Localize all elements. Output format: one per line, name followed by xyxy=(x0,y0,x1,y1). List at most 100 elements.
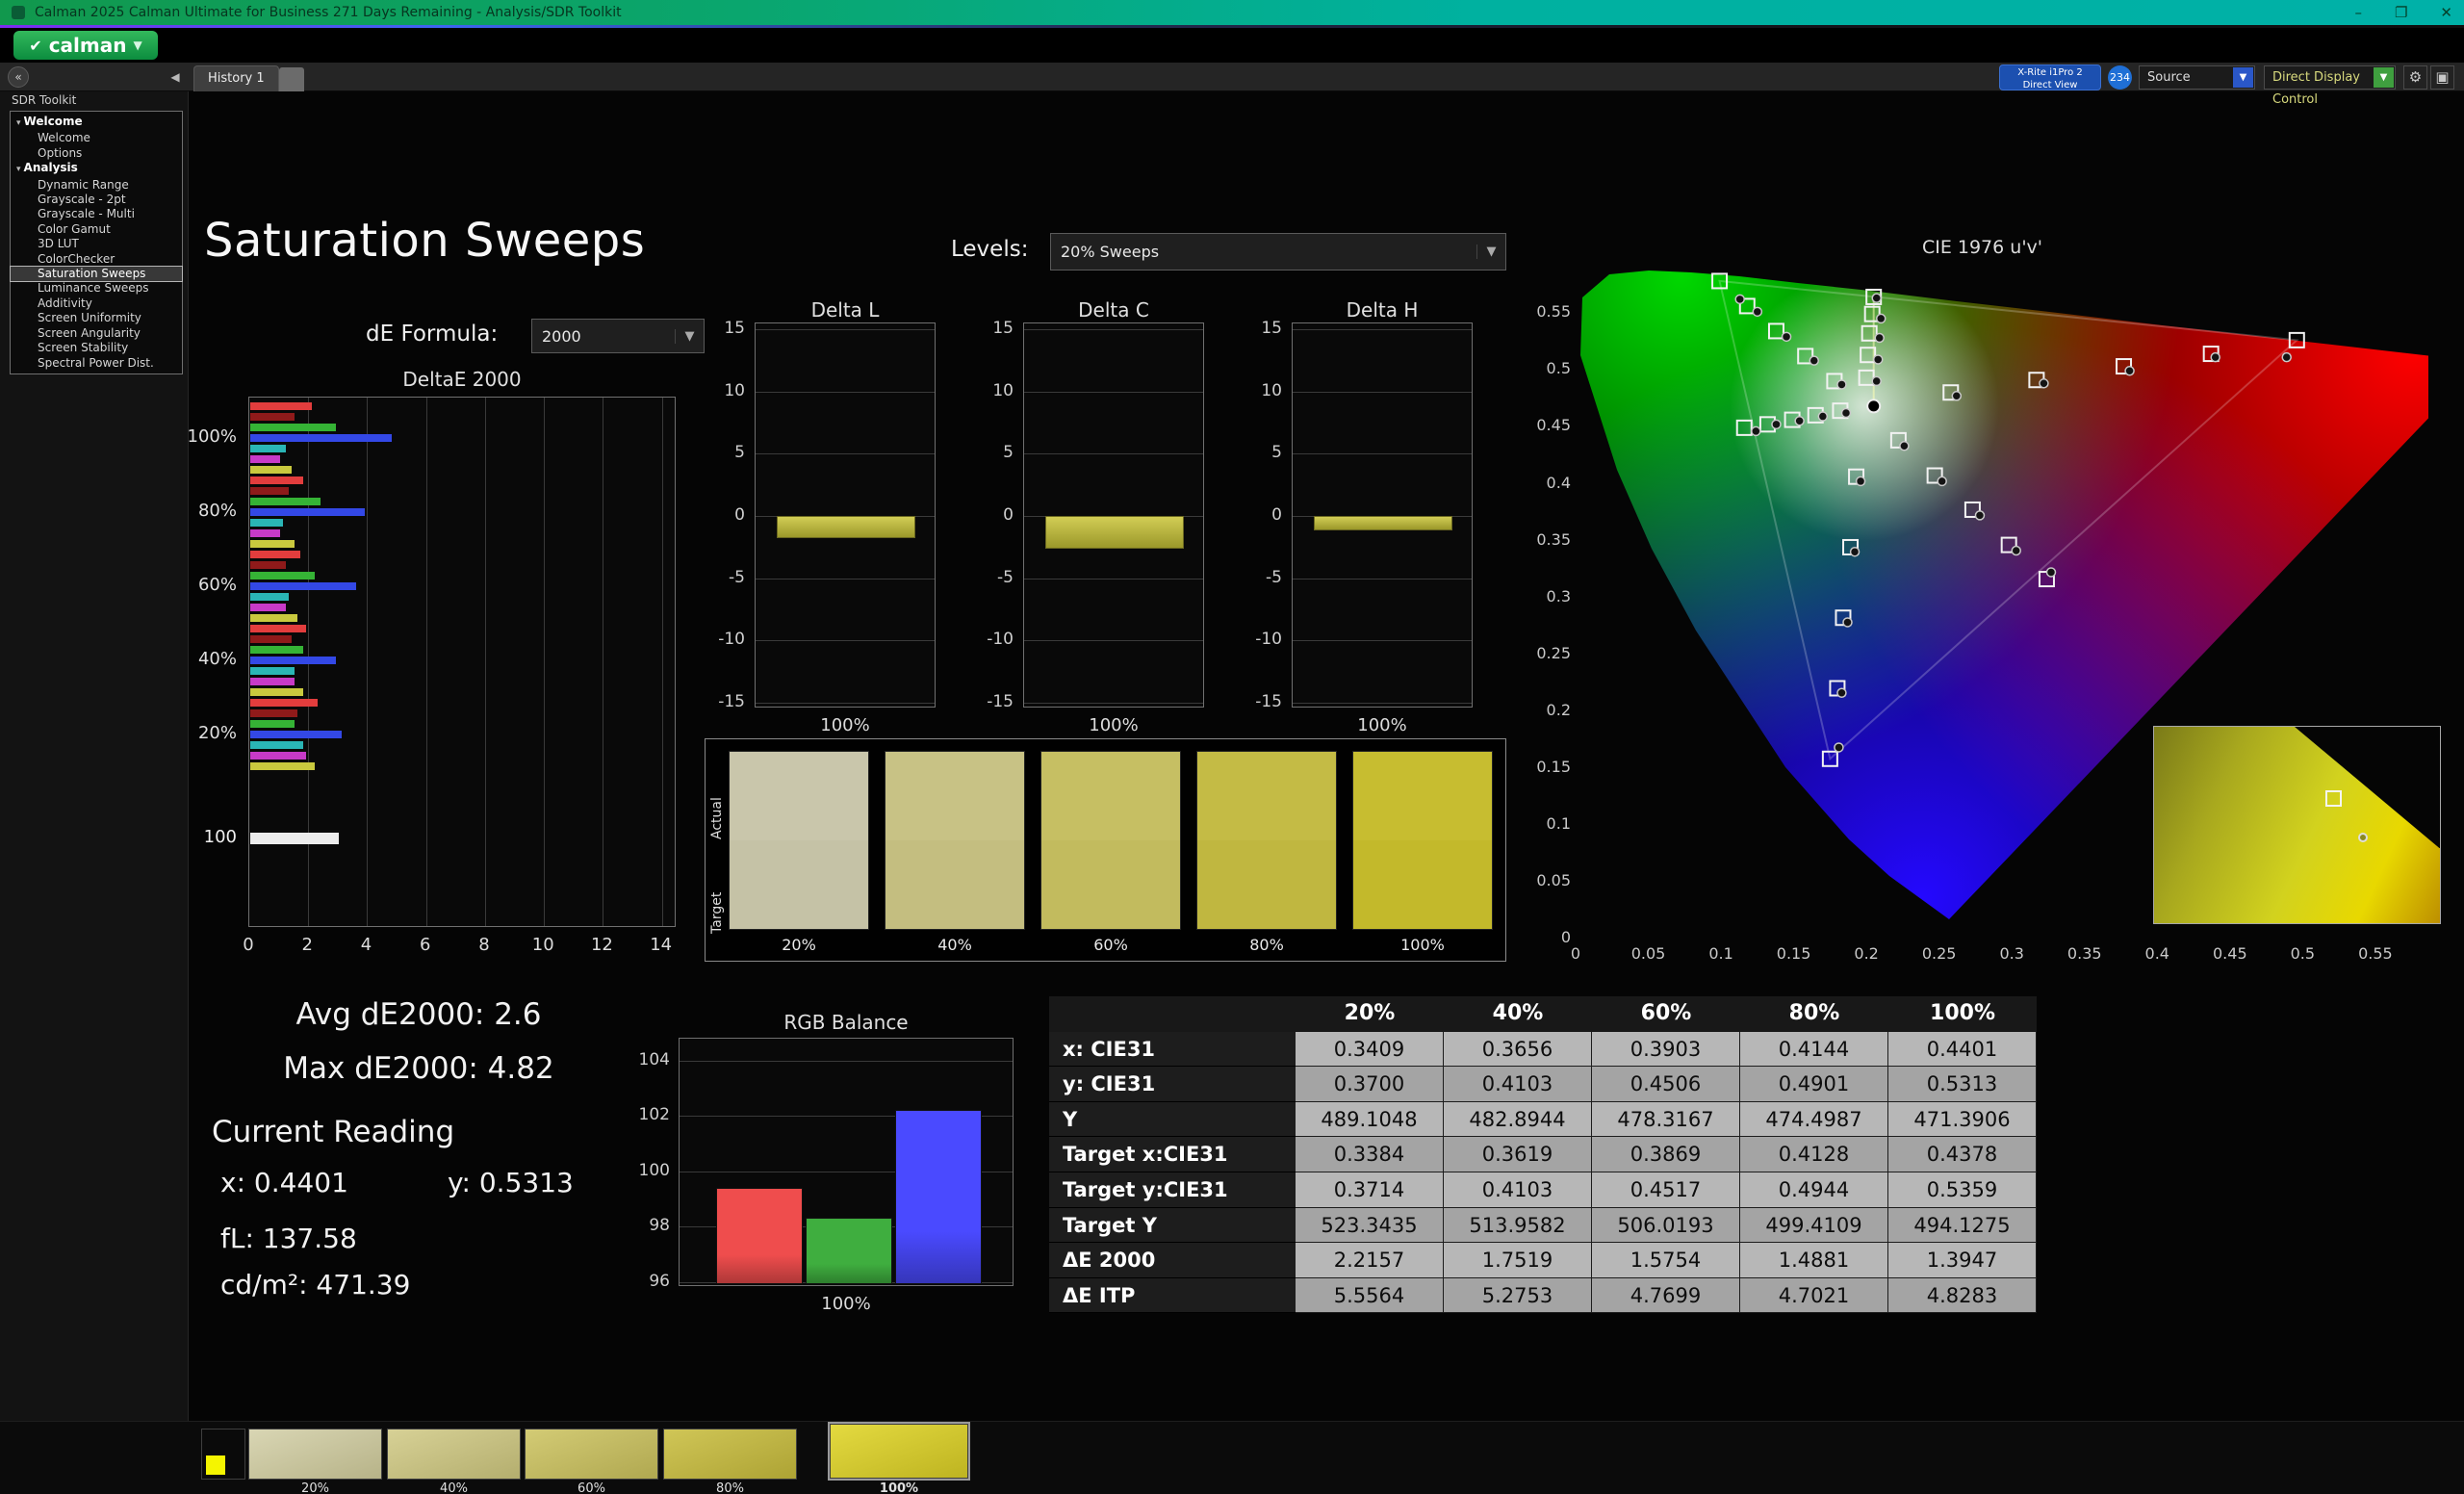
measured-marker xyxy=(1874,355,1883,364)
measured-marker xyxy=(1818,412,1827,421)
thumbnail-100[interactable] xyxy=(830,1424,968,1479)
sidebar-item-colorchecker[interactable]: ColorChecker xyxy=(11,252,182,267)
sidebar-item-options[interactable]: Options xyxy=(11,146,182,161)
delta-value-bar xyxy=(1045,516,1184,549)
thumbnail-20[interactable] xyxy=(248,1429,382,1480)
gridline xyxy=(1024,453,1203,454)
measured-marker xyxy=(1735,295,1744,303)
deltae-bar xyxy=(250,561,286,569)
sidebar-item-additivity[interactable]: Additivity xyxy=(11,296,182,311)
x-tick-label: 14 xyxy=(642,935,680,955)
thumbnail-80[interactable] xyxy=(663,1429,797,1480)
meter-button[interactable]: X-Rite i1Pro 2 Direct View xyxy=(1999,64,2101,90)
y-tick-label: 0 xyxy=(960,505,1014,525)
cie-x-tick-label: 0.2 xyxy=(1843,944,1889,963)
delta-h-chart: Delta H 100% 151050-5-10-15 xyxy=(1228,306,1480,741)
measured-marker xyxy=(2211,353,2220,362)
table-cell: 506.0193 xyxy=(1592,1208,1740,1244)
table-row-label: Target y:CIE31 xyxy=(1049,1172,1296,1208)
display-control-dropdown[interactable]: Direct Display Control ▼ xyxy=(2264,65,2396,90)
chevron-down-icon: ▼ xyxy=(133,39,141,52)
tree-expand-icon[interactable]: ▾ xyxy=(16,165,21,174)
deltae-bar xyxy=(250,487,289,495)
cie-y-tick-label: 0.4 xyxy=(1521,474,1571,492)
sidebar-item-saturation-sweeps[interactable]: Saturation Sweeps xyxy=(11,267,182,281)
table-header-60: 60% xyxy=(1592,996,1740,1032)
inset-dark-corner xyxy=(2263,727,2440,848)
thumbnail-40[interactable] xyxy=(387,1429,521,1480)
sidebar-item-luminance-sweeps[interactable]: Luminance Sweeps xyxy=(11,281,182,296)
gridline xyxy=(756,640,935,641)
deltae-bar xyxy=(250,424,336,431)
actual-row-label: Actual xyxy=(709,757,725,839)
sidebar-item-dynamic-range[interactable]: Dynamic Range xyxy=(11,178,182,193)
deltae-bar xyxy=(250,434,392,442)
deltae-bar xyxy=(250,614,297,622)
thumbnail-label: 20% xyxy=(248,1481,382,1494)
y-tick-label: -5 xyxy=(691,568,745,587)
panel-toggle-button[interactable]: « xyxy=(8,66,29,88)
table-row-label: ΔE ITP xyxy=(1049,1278,1296,1314)
sidebar-item-3d-lut[interactable]: 3D LUT xyxy=(11,237,182,251)
deltae-bar xyxy=(250,709,297,717)
source-dropdown[interactable]: Source ▼ xyxy=(2139,65,2255,90)
deltae-group-label: 100% xyxy=(183,426,237,447)
measured-marker xyxy=(1857,477,1865,485)
measured-marker xyxy=(1837,380,1846,389)
minimize-button[interactable]: – xyxy=(2354,4,2362,21)
sidebar-item-screen-uniformity[interactable]: Screen Uniformity xyxy=(11,311,182,325)
sidebar-group-analysis[interactable]: ▾Analysis xyxy=(11,161,182,177)
levels-dropdown[interactable]: 20% Sweeps ▼ xyxy=(1050,233,1506,270)
sidebar-group-welcome[interactable]: ▾Welcome xyxy=(11,115,182,131)
thumbnail-label: 100% xyxy=(830,1481,968,1494)
current-y: y: 0.5313 xyxy=(448,1167,574,1198)
measured-marker xyxy=(1851,548,1860,556)
table-row-label: x: CIE31 xyxy=(1049,1032,1296,1068)
thumbnail-60[interactable] xyxy=(525,1429,658,1480)
sidebar-item-spectral-power-dist[interactable]: Spectral Power Dist. xyxy=(11,356,182,371)
gridline xyxy=(756,703,935,704)
y-tick-label: 15 xyxy=(1228,319,1282,338)
cie-x-tick-label: 0.1 xyxy=(1698,944,1744,963)
gridline xyxy=(756,579,935,580)
maximize-button[interactable]: ❐ xyxy=(2395,4,2407,21)
gridline xyxy=(756,392,935,393)
x-tick-label: 12 xyxy=(582,935,621,955)
display-control-label: Direct Display Control xyxy=(2272,70,2360,107)
layout-button[interactable]: ▣ xyxy=(2430,65,2454,90)
deltae-bar xyxy=(250,688,303,696)
new-tab-button[interactable] xyxy=(279,67,304,91)
chevron-down-icon: ▼ xyxy=(2374,67,2394,88)
cie-x-tick-label: 0.3 xyxy=(1989,944,2035,963)
y-tick-label: 0 xyxy=(1228,505,1282,525)
gridline xyxy=(1024,329,1203,330)
calman-menu-button[interactable]: ✔ calman ▼ xyxy=(13,31,158,60)
gridline xyxy=(1024,392,1203,393)
deltae-bar xyxy=(250,466,292,474)
cie-y-tick-label: 0.3 xyxy=(1521,587,1571,605)
sidebar-item-grayscale-2pt[interactable]: Grayscale - 2pt xyxy=(11,193,182,207)
sidebar-item-color-gamut[interactable]: Color Gamut xyxy=(11,222,182,237)
sidebar-item-screen-stability[interactable]: Screen Stability xyxy=(11,341,182,355)
tab-bar: « ◀ History 1 X-Rite i1Pro 2 Direct View… xyxy=(0,63,2464,91)
swatch-actual xyxy=(1041,752,1180,840)
deltae-bar xyxy=(250,413,295,421)
gridline xyxy=(1024,703,1203,704)
y-tick-label: 10 xyxy=(1228,381,1282,400)
de-formula-dropdown[interactable]: 2000 ▼ xyxy=(531,319,705,353)
sidebar-item-welcome[interactable]: Welcome xyxy=(11,131,182,145)
sidebar-item-grayscale-multi[interactable]: Grayscale - Multi xyxy=(11,207,182,221)
settings-gear-icon[interactable]: ⚙ xyxy=(2403,65,2427,90)
deltae-group-label: 40% xyxy=(183,649,237,669)
close-button[interactable]: ✕ xyxy=(2440,4,2452,21)
sidebar-item-screen-angularity[interactable]: Screen Angularity xyxy=(11,326,182,341)
source-label: Source xyxy=(2147,70,2191,85)
tree-expand-icon[interactable]: ▾ xyxy=(16,118,21,128)
table-cell: 0.5359 xyxy=(1888,1172,2037,1208)
cie-diagram-panel: CIE 1976 u'v' xyxy=(1513,233,2451,974)
thumbnail-patch[interactable] xyxy=(201,1429,245,1480)
table-cell: 1.7519 xyxy=(1444,1243,1592,1278)
table-corner xyxy=(1049,996,1296,1032)
sidebar-collapse-icon[interactable]: ◀ xyxy=(166,68,185,87)
tab-history-1[interactable]: History 1 xyxy=(193,65,279,91)
